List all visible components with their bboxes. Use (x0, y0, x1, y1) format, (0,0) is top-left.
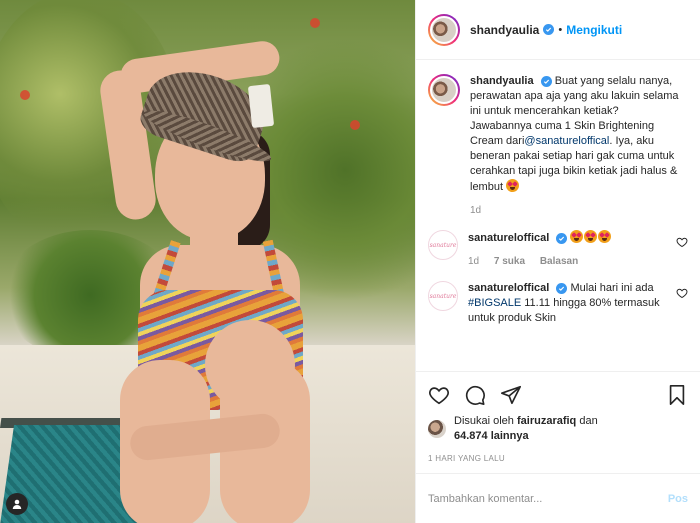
verified-badge-icon (540, 76, 552, 87)
brand-logo-text: sanature (429, 292, 457, 300)
like-comment-heart-icon[interactable] (676, 236, 688, 248)
add-comment-input[interactable] (428, 492, 668, 505)
like-comment-heart-icon[interactable] (676, 287, 688, 299)
product-sachet (247, 83, 275, 129)
caption-age[interactable]: 1d (470, 205, 481, 216)
likes-summary: Disukai oleh fairuzarafiq dan 64.874 lai… (428, 414, 688, 444)
likes-count[interactable]: 64.874 lainnya (454, 430, 529, 442)
verified-badge-icon (556, 283, 568, 294)
comment-text: Mulai hari ini ada (570, 282, 654, 294)
caption-author[interactable]: shandyaulia (470, 75, 534, 87)
add-comment-bar: Pos (416, 473, 700, 523)
mention-link[interactable]: @sanatureloffical (524, 135, 609, 147)
heart-eyes-emoji-icon (570, 230, 584, 243)
comment-author[interactable]: sanatureloffical (468, 282, 549, 294)
comments-list: shandyaulia Buat yang selalu nanya, pera… (416, 60, 700, 371)
likes-mid: dan (576, 415, 598, 427)
action-icons (428, 380, 688, 410)
save-bookmark-icon[interactable] (666, 384, 688, 406)
heart-eyes-emoji-icon (584, 230, 598, 243)
flower (350, 120, 360, 130)
heart-eyes-emoji-icon (598, 230, 612, 243)
comment-age[interactable]: 1d (468, 256, 479, 267)
reply-button[interactable]: Balasan (540, 256, 578, 267)
share-paper-plane-icon[interactable] (500, 384, 522, 406)
post-comment-button[interactable]: Pos (668, 493, 688, 505)
author-avatar[interactable] (428, 74, 460, 106)
knee (205, 320, 295, 410)
verified-badge-icon (556, 233, 568, 244)
comment-likes[interactable]: 7 suka (494, 256, 525, 267)
liker-username[interactable]: fairuzarafiq (517, 415, 576, 427)
caption: shandyaulia Buat yang selalu nanya, pera… (428, 74, 688, 218)
tagged-users-button[interactable] (6, 493, 28, 515)
comment-body: sanatureloffical Mulai hari ini ada #BIG… (468, 281, 670, 326)
comment: sanature sanatureloffical 1d 7 suka Bala… (428, 230, 688, 269)
comment-author[interactable]: sanatureloffical (468, 232, 549, 244)
caption-body: shandyaulia Buat yang selalu nanya, pera… (470, 74, 688, 218)
woman-figure (97, 39, 330, 523)
following-button[interactable]: Mengikuti (566, 23, 622, 37)
verified-badge-icon (543, 24, 555, 35)
commenter-avatar[interactable]: sanature (428, 230, 458, 260)
comment-body: sanatureloffical 1d 7 suka Balasan (468, 230, 670, 269)
brand-logo-text: sanature (429, 241, 457, 249)
likes-prefix: Disukai oleh (454, 415, 517, 427)
comment-bubble-icon[interactable] (464, 384, 486, 406)
liker-avatar[interactable] (428, 420, 446, 438)
instagram-post-view: shandyaulia • Mengikuti shandyaulia Buat… (0, 0, 700, 523)
heart-eyes-emoji-icon (506, 179, 520, 192)
author-avatar[interactable] (428, 13, 460, 46)
flower (310, 18, 320, 28)
hashtag-link[interactable]: #BIGSALE (468, 297, 521, 309)
post-actions: Disukai oleh fairuzarafiq dan 64.874 lai… (416, 371, 700, 473)
comment: sanature sanatureloffical Mulai hari ini… (428, 281, 688, 326)
post-side-panel: shandyaulia • Mengikuti shandyaulia Buat… (415, 0, 700, 523)
post-header: shandyaulia • Mengikuti (416, 0, 700, 60)
separator-dot: • (558, 23, 563, 36)
flower (20, 90, 30, 100)
author-username[interactable]: shandyaulia (470, 23, 539, 37)
like-heart-icon[interactable] (428, 384, 450, 406)
commenter-avatar[interactable]: sanature (428, 281, 458, 311)
post-timestamp[interactable]: 1 HARI YANG LALU (428, 454, 688, 463)
post-photo[interactable] (0, 0, 415, 523)
user-icon (12, 499, 22, 509)
